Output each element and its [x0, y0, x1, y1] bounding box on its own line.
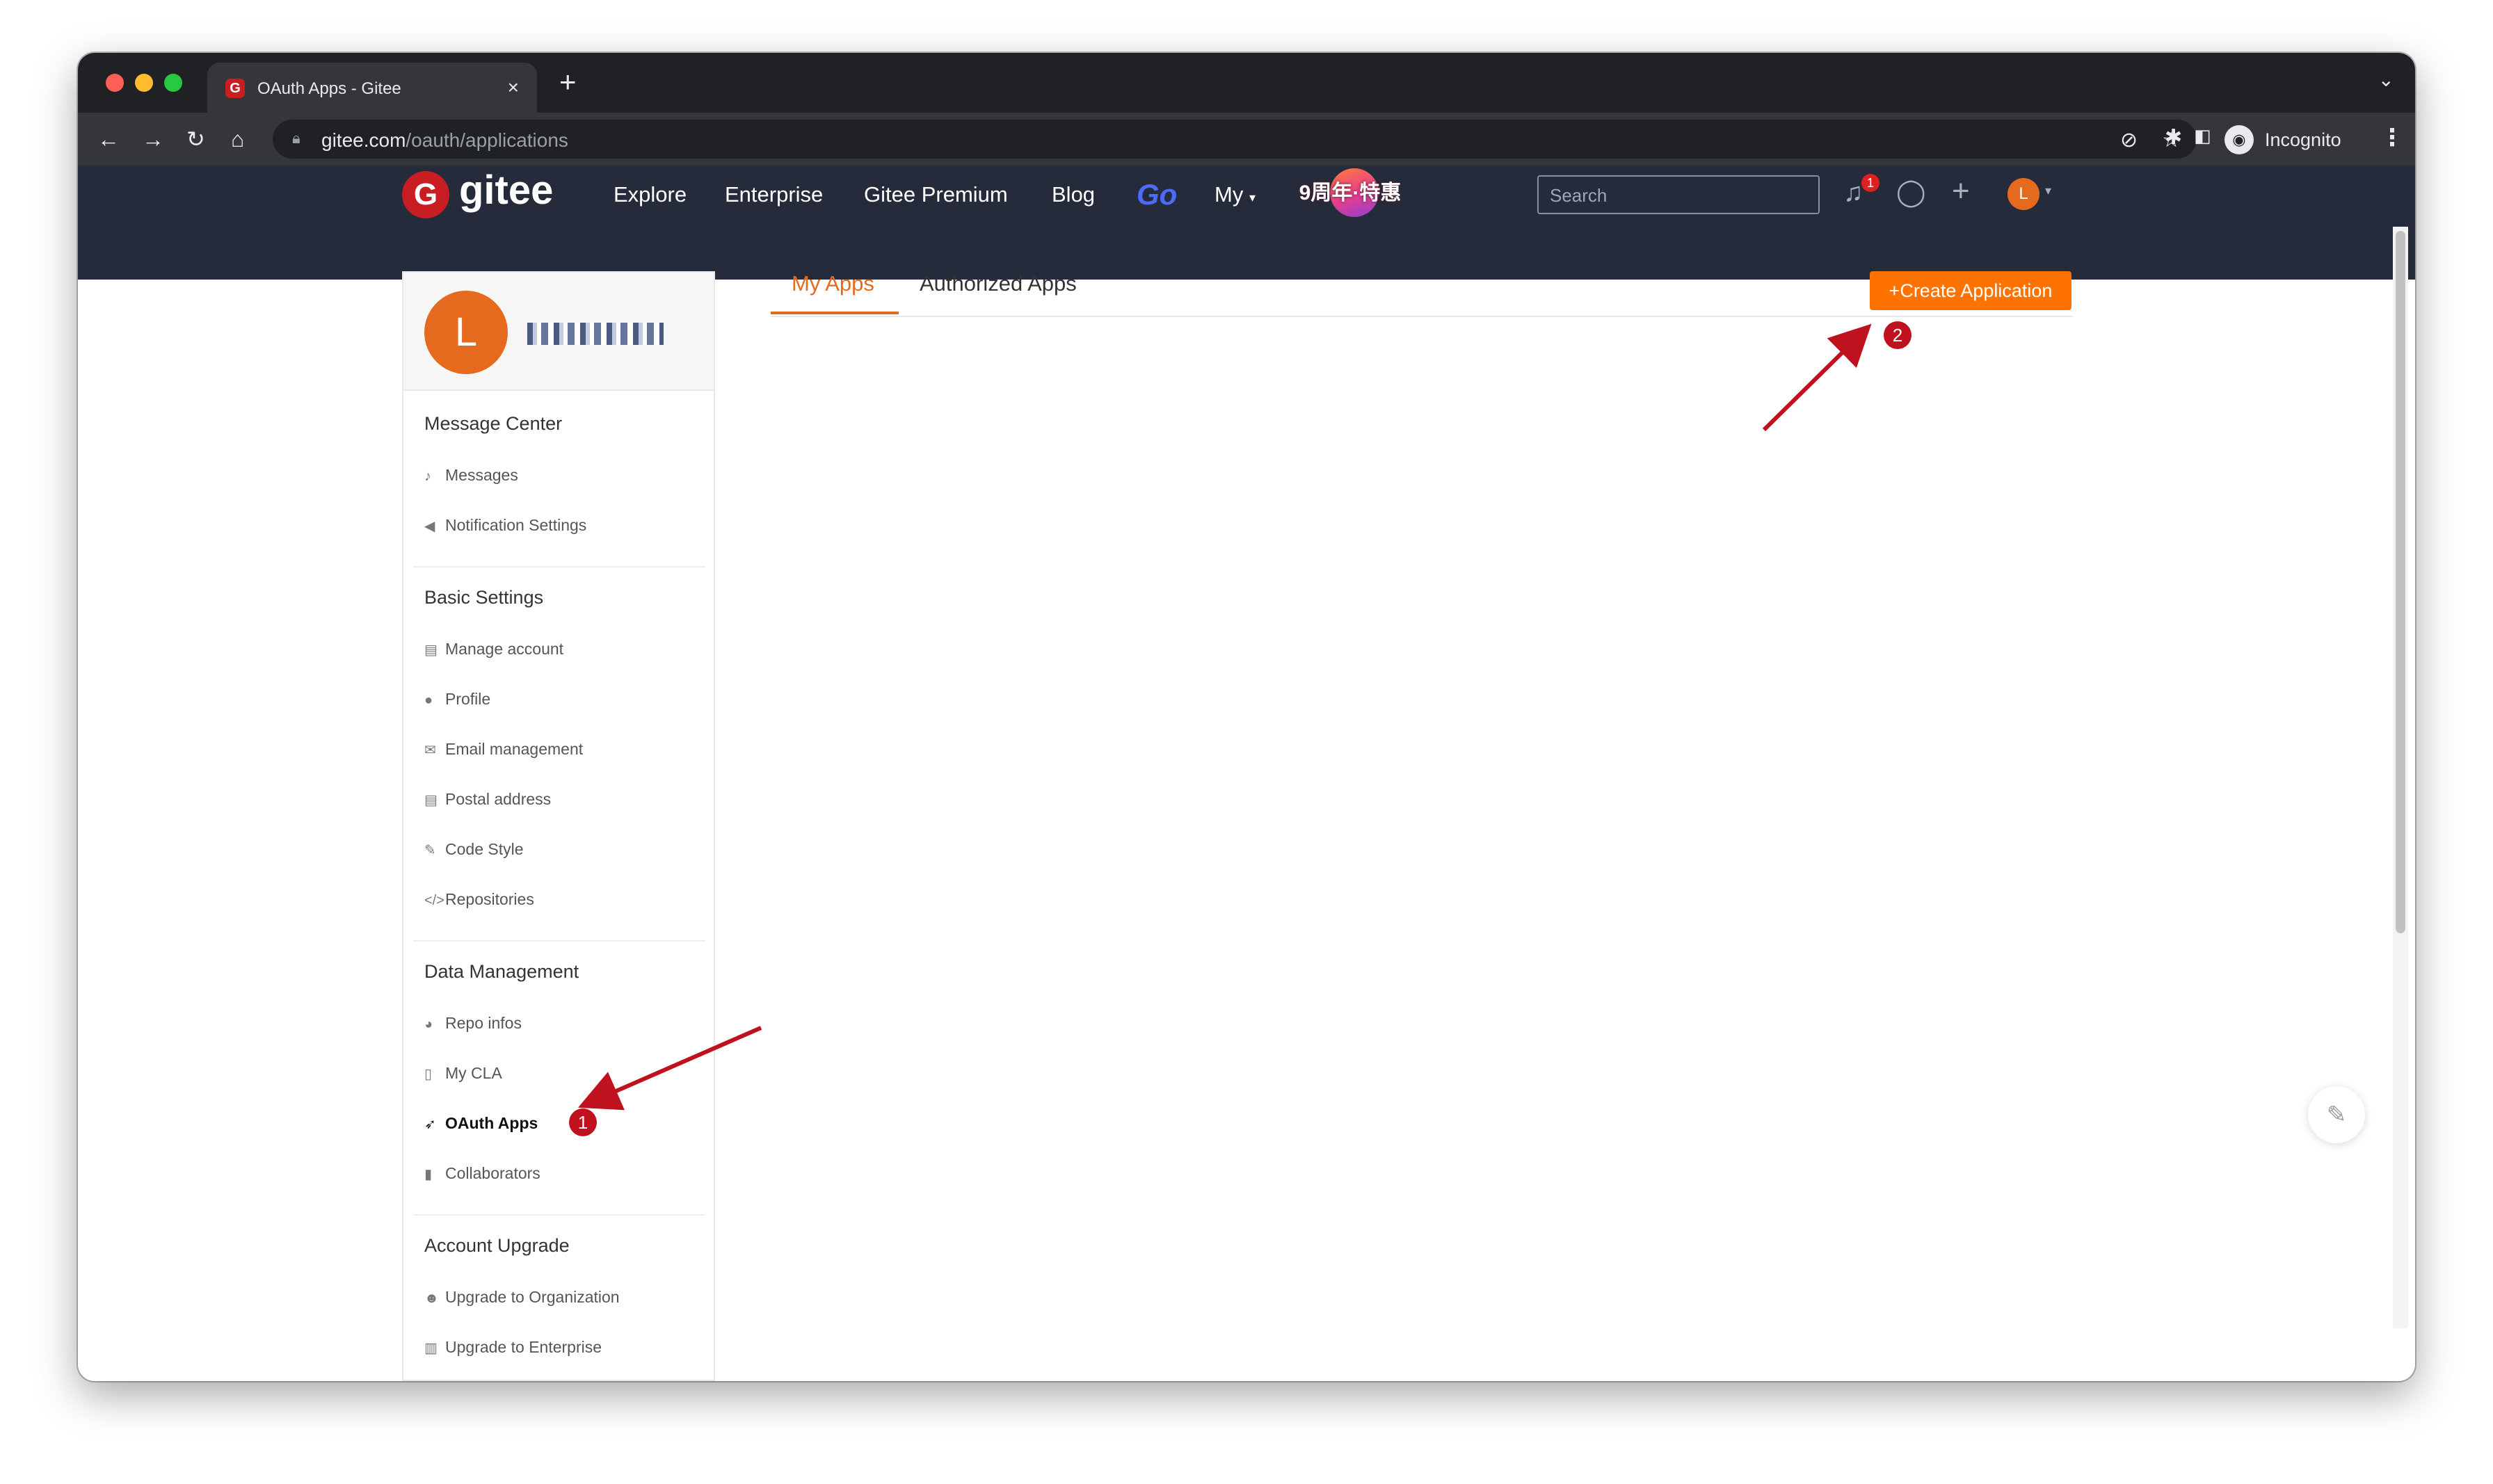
nav-blog[interactable]: Blog [1052, 182, 1095, 207]
reload-icon[interactable]: ↻ [186, 125, 205, 153]
nav-explore[interactable]: Explore [614, 182, 687, 207]
browser-tab[interactable]: G OAuth Apps - Gitee × [207, 63, 537, 113]
document-icon: ▯ [424, 1067, 433, 1082]
tab-strip: G OAuth Apps - Gitee × + ⌄ [78, 53, 2415, 113]
building-icon: ▥ [424, 1341, 438, 1356]
nav-my-label: My [1215, 182, 1244, 207]
speaker-icon: ◀ [424, 519, 435, 534]
profile-name-blurred [527, 323, 664, 345]
section-message-center: Message Center [424, 413, 563, 434]
envelope-icon: ✉ [424, 743, 436, 758]
nav-enterprise[interactable]: Enterprise [725, 182, 823, 207]
maximize-window-button[interactable] [164, 74, 182, 92]
anniversary-promo-banner[interactable]: 9周年·特惠 [1291, 161, 1409, 224]
nav-my-dropdown[interactable]: My ▾ [1215, 182, 1256, 207]
page-scrollbar-thumb[interactable] [2396, 231, 2405, 933]
caret-down-icon: ▾ [1249, 191, 1256, 204]
contact-book-icon: ▮ [424, 1167, 433, 1182]
incognito-label: Incognito [2265, 129, 2341, 150]
sidebar-item-email-management[interactable]: ✉ Email management [424, 740, 583, 759]
eye-slash-icon[interactable]: ⊘ [2120, 128, 2138, 152]
profile-summary: L [403, 273, 714, 391]
incognito-icon[interactable]: ◉ [2225, 125, 2254, 154]
step-badge-2: 2 [1884, 321, 1911, 349]
sidebar-item-profile[interactable]: ● Profile [424, 690, 490, 709]
promo-text: 9周年·特惠 [1299, 182, 1402, 204]
tab-close-icon[interactable]: × [508, 76, 519, 99]
section-data-management: Data Management [424, 961, 579, 982]
sidebar-item-postal-address[interactable]: ▤ Postal address [424, 790, 551, 809]
extensions-puzzle-icon[interactable]: ✱ [2165, 125, 2182, 150]
address-card-icon: ▤ [424, 793, 438, 808]
header-search-input[interactable]: Search [1537, 175, 1820, 214]
divider [413, 1214, 705, 1216]
bell-icon: ♪ [424, 469, 431, 484]
url-text: gitee.com/oauth/applications [321, 129, 568, 151]
sidebar-item-my-cla[interactable]: ▯ My CLA [424, 1064, 502, 1083]
tab-authorized-apps[interactable]: Authorized Apps [920, 271, 1077, 296]
tab-my-apps[interactable]: My Apps [792, 271, 874, 296]
user-icon: ● [424, 693, 433, 708]
sidebar-item-messages[interactable]: ♪ Messages [424, 466, 518, 485]
section-basic-settings: Basic Settings [424, 587, 544, 608]
lock-icon: 🔒︎ [292, 129, 300, 147]
lightbulb-icon[interactable]: ◯ [1896, 177, 1926, 208]
divider [413, 566, 705, 567]
minimize-window-button[interactable] [135, 74, 153, 92]
sidebar-item-repo-infos[interactable]: ◕ Repo infos [424, 1014, 522, 1033]
nav-gitee-premium[interactable]: Gitee Premium [864, 182, 1008, 207]
new-tab-icon[interactable]: + [559, 65, 577, 99]
sidebar-item-collaborators[interactable]: ▮ Collaborators [424, 1164, 540, 1183]
back-arrow-icon[interactable]: ← [97, 125, 120, 153]
settings-sidebar: L Message Center ♪ Messages ◀ Notification… [402, 271, 715, 1381]
home-icon[interactable]: ⌂ [231, 125, 244, 153]
sidebar-item-code-style[interactable]: ✎ Code Style [424, 840, 524, 859]
feedback-edit-icon[interactable]: ✎ [2308, 1086, 2365, 1143]
forward-arrow-icon[interactable]: → [142, 125, 164, 153]
gitee-logo-mark[interactable]: G [402, 171, 449, 218]
close-window-button[interactable] [106, 74, 124, 92]
sidebar-item-oauth-apps[interactable]: ➶ OAuth Apps [424, 1114, 538, 1133]
sidebar-item-repositories[interactable]: </>Repositories [424, 890, 534, 909]
code-icon: </> [424, 893, 444, 908]
section-account-upgrade: Account Upgrade [424, 1235, 570, 1256]
address-bar[interactable]: 🔒︎ gitee.com/oauth/applications ⊘ ☆ [273, 120, 2197, 159]
brush-icon: ✎ [424, 843, 436, 858]
gitee-logo-text[interactable]: gitee [459, 167, 553, 213]
header-avatar[interactable]: L [2007, 178, 2039, 210]
sidebar-item-upgrade-organization[interactable]: ☻ Upgrade to Organization [424, 1288, 620, 1307]
tab-search-chevron-icon[interactable]: ⌄ [2378, 68, 2394, 91]
tab-title: OAuth Apps - Gitee [257, 79, 401, 98]
notification-count-badge: 1 [1861, 174, 1879, 192]
id-card-icon: ▤ [424, 643, 438, 658]
notification-bell-icon[interactable]: ♫ [1843, 178, 1863, 208]
sidebar-item-upgrade-enterprise[interactable]: ▥ Upgrade to Enterprise [424, 1338, 602, 1357]
sidebar-item-notification-settings[interactable]: ◀ Notification Settings [424, 516, 586, 535]
group-icon: ☻ [424, 1291, 440, 1306]
profile-avatar[interactable]: L [424, 291, 508, 374]
nav-go[interactable]: Go [1137, 178, 1177, 211]
pie-chart-icon: ◕ [424, 1017, 433, 1032]
step-badge-1: 1 [569, 1108, 597, 1136]
browser-toolbar: ← → ↻ ⌂ 🔒︎ gitee.com/oauth/applications … [78, 113, 2415, 166]
sidebar-item-manage-account[interactable]: ▤ Manage account [424, 640, 563, 659]
side-panel-icon[interactable]: ◧ [2194, 125, 2211, 147]
avatar-caret-down-icon[interactable]: ▾ [2045, 184, 2051, 198]
browser-menu-icon[interactable]: ⋮ [2380, 124, 2404, 152]
create-plus-icon[interactable]: + [1952, 174, 1970, 209]
active-tab-underline [771, 312, 899, 314]
gitee-favicon-icon: G [225, 79, 245, 98]
rocket-icon: ➶ [424, 1117, 436, 1132]
divider [413, 940, 705, 942]
create-application-button[interactable]: +Create Application [1870, 271, 2071, 310]
